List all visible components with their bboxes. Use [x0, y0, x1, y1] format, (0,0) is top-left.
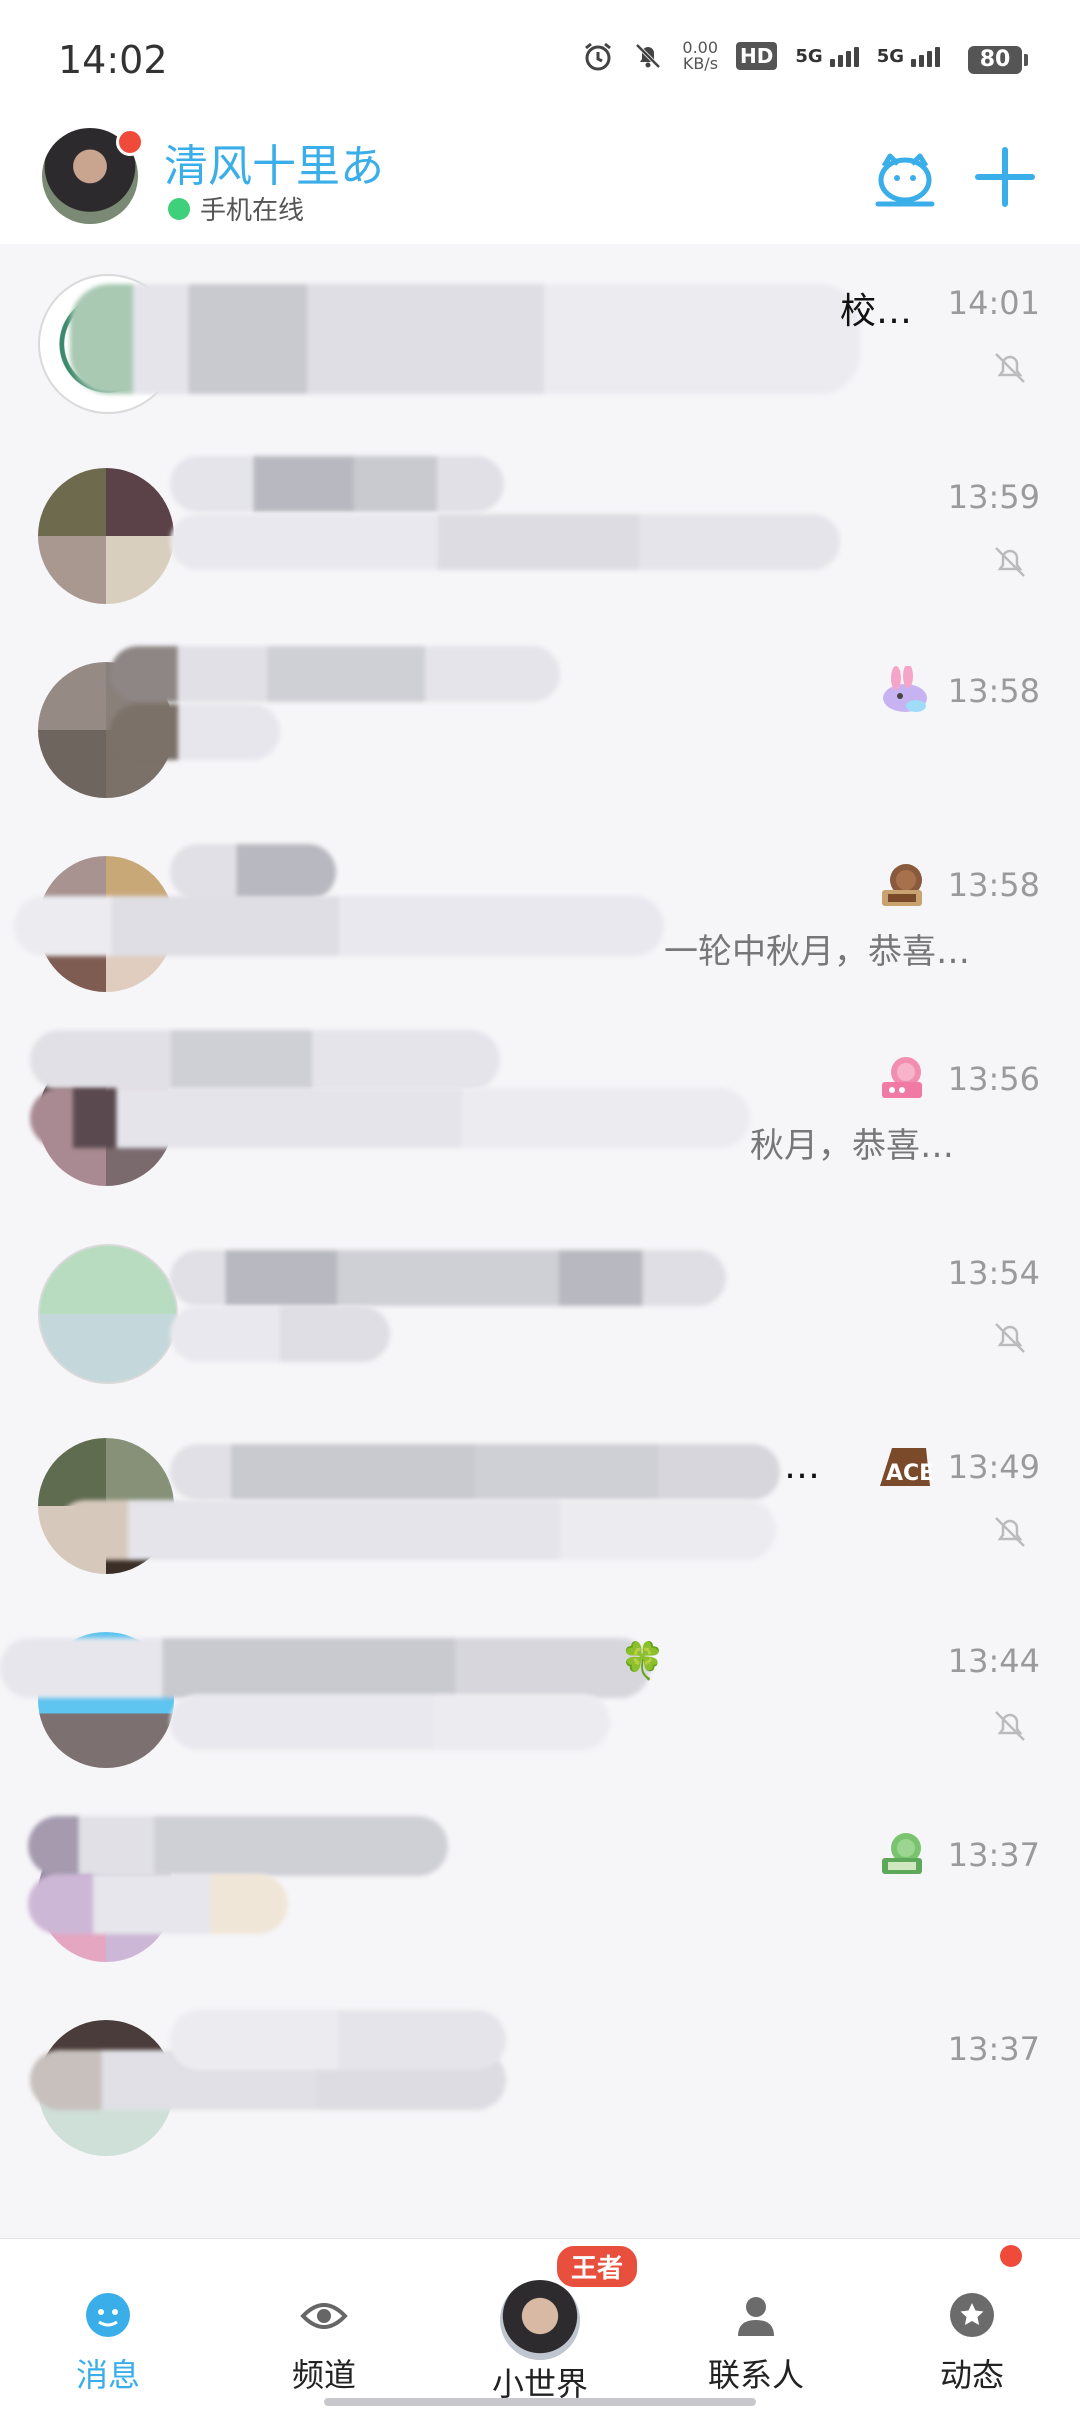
redacted-area — [110, 704, 280, 760]
redacted-area — [170, 1444, 780, 1500]
tab-contacts[interactable]: 联系人 — [686, 2290, 826, 2396]
alarm-icon — [585, 42, 612, 71]
online-dot-icon — [168, 197, 190, 220]
mute-bell-icon — [995, 353, 1025, 383]
conversation-time: 13:37 — [947, 1836, 1040, 1874]
redacted-area — [70, 284, 860, 394]
status-time: 14:02 — [58, 38, 168, 82]
redacted-area — [170, 1306, 390, 1362]
redacted-area — [56, 1500, 776, 1560]
conversation-name: 🍀 — [620, 1641, 665, 1682]
notification-dot — [116, 128, 144, 156]
message-icon — [86, 2293, 130, 2337]
status-icons: 0.00 KB/s HD 5G 5G — [582, 40, 940, 72]
list-item[interactable]: 一轮中秋月，恭喜… 13:58 — [0, 826, 1080, 1020]
pink-mooncake-sticker-icon — [882, 1057, 922, 1098]
redacted-area — [30, 1088, 750, 1148]
mute-bell-icon — [995, 1323, 1025, 1353]
list-item[interactable]: 🍀 13:44 — [0, 1602, 1080, 1796]
plus-icon[interactable] — [970, 142, 1040, 212]
redacted-area — [170, 2010, 506, 2070]
tab-channels[interactable]: 频道 — [254, 2290, 394, 2396]
mute-bell-icon — [995, 1517, 1025, 1547]
redacted-area — [170, 514, 840, 570]
star-circle-icon — [950, 2293, 994, 2337]
rabbit-sticker-icon — [883, 666, 927, 712]
list-item[interactable]: … ACE 13:49 — [0, 1408, 1080, 1602]
conversation-time: 13:58 — [947, 866, 1040, 904]
avatar — [38, 468, 174, 604]
conversation-time: 13:58 — [947, 672, 1040, 710]
redacted-area — [30, 1030, 500, 1090]
list-item[interactable]: 秋月，恭喜… 13:56 — [0, 1020, 1080, 1214]
redacted-area — [170, 1250, 726, 1306]
redacted-area — [28, 1816, 448, 1876]
conversation-time: 13:37 — [947, 2030, 1040, 2068]
conversation-time: 14:01 — [947, 284, 1040, 322]
svg-text:ACE: ACE — [886, 1461, 932, 1486]
conversation-time: 13:56 — [947, 1060, 1040, 1098]
redacted-area — [110, 646, 560, 702]
conversation-name: 校… — [840, 291, 913, 332]
world-avatar[interactable] — [500, 2280, 580, 2360]
mooncake-sticker-icon — [882, 864, 922, 906]
redacted-area — [170, 456, 504, 512]
list-item[interactable]: 校… 14:01 — [0, 244, 1080, 438]
redacted-area — [170, 844, 336, 900]
conversation-name: … — [784, 1446, 820, 1487]
list-item[interactable]: 13:58 — [0, 632, 1080, 826]
conversation-time: 13:59 — [947, 478, 1040, 516]
battery-icon: 80 — [968, 46, 1028, 74]
contacts-icon — [738, 2297, 774, 2336]
conversation-time: 13:44 — [947, 1642, 1040, 1680]
conversation-preview: 一轮中秋月，恭喜… — [664, 932, 970, 972]
channel-eye-icon — [300, 2303, 348, 2329]
app-header: 清风十里あ 手机在线 — [0, 120, 1080, 244]
mute-bell-icon — [635, 43, 661, 69]
tab-feed[interactable]: 动态 — [902, 2290, 1042, 2396]
list-item[interactable]: 13:59 — [0, 438, 1080, 632]
redacted-area — [28, 1874, 288, 1934]
conversation-time: 13:54 — [947, 1254, 1040, 1292]
home-indicator[interactable] — [324, 2398, 756, 2406]
feed-notification-dot — [1000, 2245, 1022, 2267]
ace-sticker-icon: ACE — [880, 1448, 932, 1486]
world-badge: 王者 — [554, 2243, 641, 2290]
online-status[interactable]: 手机在线 — [168, 190, 304, 227]
hd-badge: HD — [736, 42, 778, 70]
username[interactable]: 清风十里あ — [164, 130, 384, 194]
green-mooncake-sticker-icon — [882, 1833, 922, 1874]
signal-2: 5G — [877, 46, 940, 67]
list-item[interactable]: 13:54 — [0, 1214, 1080, 1408]
redacted-area — [170, 1694, 610, 1750]
redacted-area — [0, 1638, 650, 1698]
net-speed: 0.00 KB/s — [682, 38, 719, 73]
list-item[interactable]: 13:37 — [0, 1990, 1080, 2184]
list-item[interactable]: 13:37 — [0, 1796, 1080, 1990]
mute-bell-icon — [995, 547, 1025, 577]
tab-messages[interactable]: 消息 — [38, 2290, 178, 2396]
mute-bell-icon — [995, 1711, 1025, 1741]
conversation-list: 校… 14:01 13:59 13:58 一轮中秋月，恭喜… 13:58 秋月，… — [0, 244, 1080, 2184]
signal-1: 5G — [795, 46, 859, 67]
status-bar: 14:02 0.00 KB/s HD 5G 5G 80 — [0, 0, 1080, 120]
redacted-area — [14, 896, 664, 956]
qq-mascot-icon[interactable] — [870, 142, 940, 212]
avatar — [38, 1244, 178, 1384]
conversation-time: 13:49 — [947, 1448, 1040, 1486]
conversation-preview: 秋月，恭喜… — [750, 1126, 954, 1166]
